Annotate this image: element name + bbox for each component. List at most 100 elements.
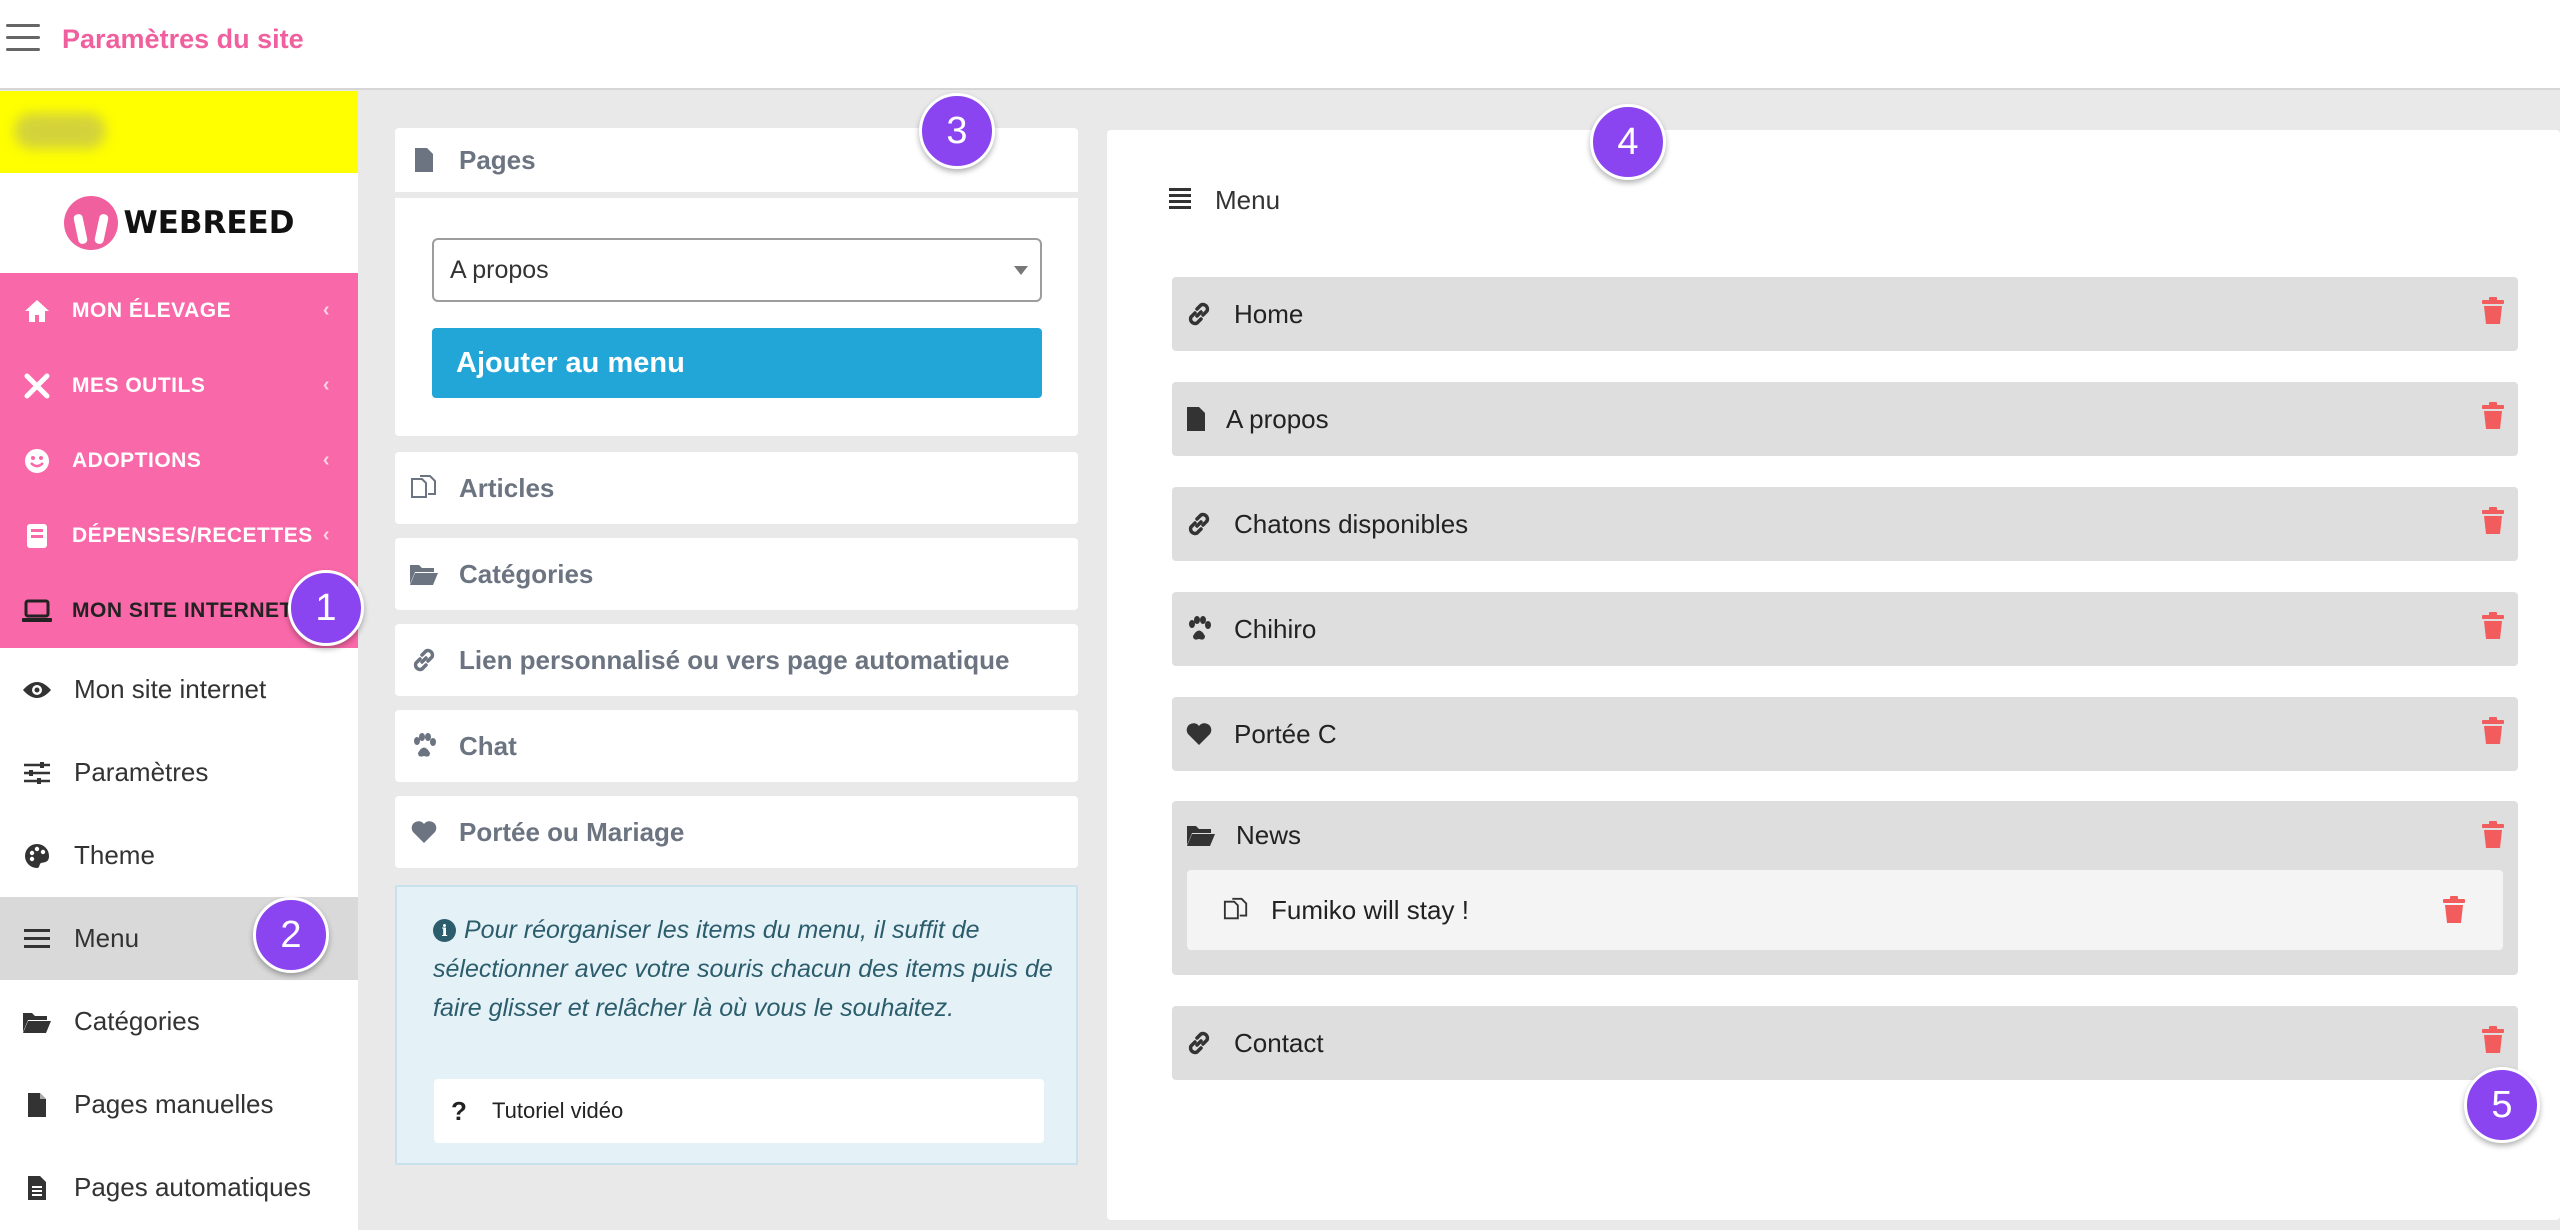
folder-open-icon (409, 559, 439, 589)
chat-card-header[interactable]: Chat (395, 710, 1078, 782)
nav-item-label: MES OUTILS (72, 373, 206, 397)
info-icon: i (433, 919, 456, 942)
sub-item-label: Pages manuelles (74, 1089, 274, 1119)
caret-down-icon (1014, 266, 1028, 275)
tools-icon (22, 371, 52, 401)
section-label: Articles (459, 472, 555, 503)
trash-icon[interactable] (2482, 297, 2504, 325)
menu-item-label: Home (1234, 298, 1304, 329)
hamburger-menu-icon[interactable] (6, 24, 40, 52)
sub-item-mon-site-internet[interactable]: Mon site internet (0, 648, 358, 731)
heart-icon (1186, 721, 1212, 747)
custom-link-card-header[interactable]: Lien personnalisé ou vers page automatiq… (395, 624, 1078, 696)
copy-icon (409, 473, 439, 503)
top-bar: Paramètres du site (0, 0, 2560, 90)
trash-icon[interactable] (2482, 821, 2504, 849)
trash-icon[interactable] (2482, 612, 2504, 640)
menu-item-chihiro[interactable]: Chihiro (1172, 592, 2518, 666)
tutorial-video-link[interactable]: ? Tutoriel vidéo (434, 1079, 1044, 1143)
menu-item-contact[interactable]: Contact (1172, 1006, 2518, 1080)
link-icon (1186, 1030, 1212, 1056)
articles-card-header[interactable]: Articles (395, 452, 1078, 524)
annotation-badge-2: 2 (253, 897, 329, 973)
trash-icon[interactable] (2482, 507, 2504, 535)
file-icon (1186, 406, 1206, 432)
nav-item-depenses-recettes[interactable]: DÉPENSES/RECETTES ‹ (0, 498, 358, 573)
info-box: i Pour réorganiser les items du menu, il … (395, 885, 1078, 1165)
chevron-left-icon: ‹ (322, 449, 330, 471)
menu-item-portee-c[interactable]: Portée C (1172, 697, 2518, 771)
trash-icon[interactable] (2482, 402, 2504, 430)
menu-item-a-propos[interactable]: A propos (1172, 382, 2518, 456)
chevron-left-icon: ‹ (322, 374, 330, 396)
file-text-icon (22, 1173, 52, 1203)
menu-item-label: Chatons disponibles (1234, 508, 1469, 539)
link-icon (1186, 511, 1212, 537)
sub-item-parametres[interactable]: Paramètres (0, 731, 358, 814)
categories-card-header[interactable]: Catégories (395, 538, 1078, 610)
blurred-account-name (14, 113, 106, 149)
portee-card-header[interactable]: Portée ou Mariage (395, 796, 1078, 868)
menu-subitem-fumiko[interactable]: Fumiko will stay ! (1187, 870, 2503, 950)
menu-panel-title: Menu (1169, 185, 1280, 216)
sub-item-label: Pages automatiques (74, 1172, 312, 1202)
pages-card-title: Pages (459, 144, 536, 175)
question-icon: ? (451, 1095, 467, 1126)
trash-icon[interactable] (2443, 896, 2465, 924)
home-icon (22, 296, 52, 326)
link-icon (1186, 301, 1212, 327)
brand-name: WEBREED (123, 205, 295, 241)
section-label: Chat (459, 730, 517, 761)
webreed-logo-icon (63, 196, 118, 250)
menu-item-home[interactable]: Home (1172, 277, 2518, 351)
info-message: Pour réorganiser les items du menu, il s… (433, 916, 1053, 1022)
add-to-menu-button[interactable]: Ajouter au menu (432, 328, 1042, 398)
page-title: Paramètres du site (62, 24, 304, 54)
menu-item-label: Portée C (1234, 718, 1337, 749)
book-icon (22, 521, 52, 551)
folder-open-icon (22, 1007, 52, 1037)
copy-icon (1223, 896, 1249, 924)
paw-icon (1186, 616, 1212, 642)
annotation-badge-3: 3 (919, 93, 995, 169)
list-icon (22, 924, 52, 954)
section-label: Portée ou Mariage (459, 816, 685, 847)
categories-card[interactable]: Catégories (395, 538, 1078, 610)
sub-item-theme[interactable]: Theme (0, 814, 358, 897)
menu-group-header[interactable]: News (1186, 801, 1301, 869)
annotation-badge-1: 1 (288, 570, 364, 646)
menu-item-label: Fumiko will stay ! (1271, 894, 1469, 925)
sub-item-pages-automatiques[interactable]: Pages automatiques (0, 1146, 358, 1229)
sub-item-categories[interactable]: Catégories (0, 980, 358, 1063)
menu-item-label: A propos (1226, 403, 1329, 434)
file-icon (22, 1090, 52, 1120)
trash-icon[interactable] (2482, 717, 2504, 745)
trash-icon[interactable] (2482, 1026, 2504, 1054)
custom-link-card[interactable]: Lien personnalisé ou vers page automatiq… (395, 624, 1078, 696)
tutorial-label: Tutoriel vidéo (492, 1098, 624, 1123)
menu-item-label: Chihiro (1234, 613, 1317, 644)
section-label: Catégories (459, 558, 594, 589)
sub-item-label: Catégories (74, 1006, 200, 1036)
nav-item-adoptions[interactable]: ADOPTIONS ‹ (0, 423, 358, 498)
sub-item-label: Menu (74, 923, 140, 953)
articles-card[interactable]: Articles (395, 452, 1078, 524)
page-select-value: A propos (450, 255, 549, 284)
info-text: i Pour réorganiser les items du menu, il … (433, 911, 1053, 1028)
menu-title-label: Menu (1215, 185, 1281, 215)
portee-card[interactable]: Portée ou Mariage (395, 796, 1078, 868)
page-select[interactable]: A propos (432, 238, 1042, 302)
palette-icon (22, 841, 52, 871)
file-icon (409, 145, 439, 175)
menu-item-news[interactable]: News Fumiko will stay ! (1172, 801, 2518, 975)
nav-item-mes-outils[interactable]: MES OUTILS ‹ (0, 348, 358, 423)
sub-item-label: Mon site internet (74, 674, 267, 704)
sliders-icon (22, 758, 52, 788)
brand-logo[interactable]: WEBREED (0, 173, 358, 273)
nav-item-mon-elevage[interactable]: MON ÉLEVAGE ‹ (0, 273, 358, 348)
sub-item-pages-manuelles[interactable]: Pages manuelles (0, 1063, 358, 1146)
chat-card[interactable]: Chat (395, 710, 1078, 782)
menu-item-chatons-disponibles[interactable]: Chatons disponibles (1172, 487, 2518, 561)
list-icon (1169, 185, 1193, 216)
annotation-badge-4: 4 (1590, 104, 1666, 180)
